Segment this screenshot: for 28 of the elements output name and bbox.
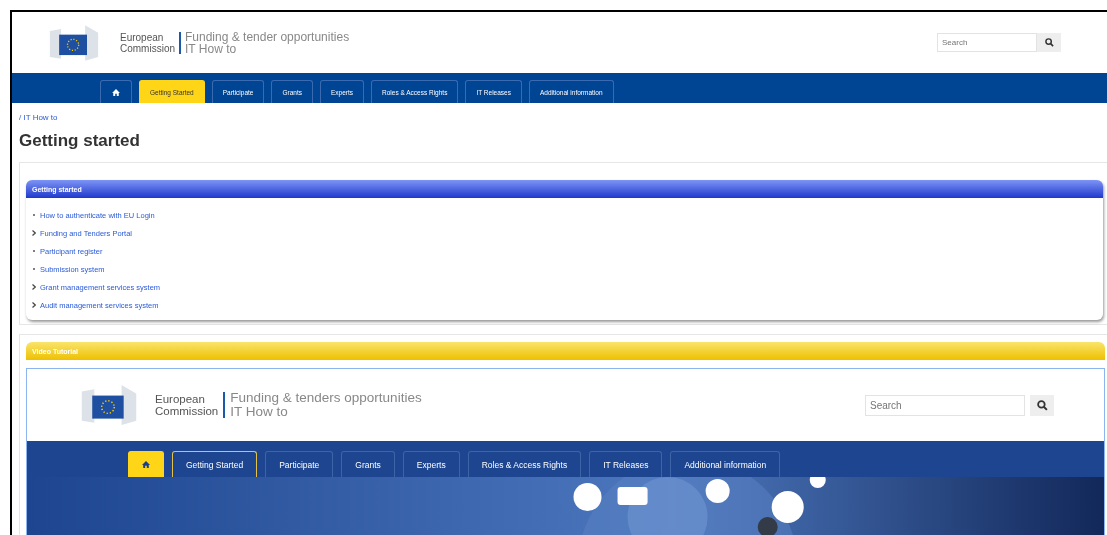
org-name: European (155, 393, 206, 405)
search-button[interactable] (1030, 394, 1054, 416)
nav-tab[interactable]: Experts (402, 451, 460, 477)
search-icon (1036, 399, 1048, 411)
nav-tab[interactable]: Participate (265, 451, 334, 477)
org-name: Commission (155, 405, 219, 417)
chevron-icon (32, 284, 36, 290)
home-icon (142, 460, 150, 469)
chevron-icon (32, 302, 36, 308)
page-title: Getting started (19, 131, 141, 151)
site-title: Funding & tenders opportunities (230, 391, 422, 405)
nav-tab[interactable]: Roles & Access Rights (467, 451, 582, 477)
site-title: Funding & tender opportunities (185, 30, 350, 43)
nav-tab[interactable]: IT Releases (589, 451, 663, 477)
home-tab[interactable] (100, 80, 132, 103)
nav-tab[interactable]: Grants (341, 451, 395, 477)
home-icon (112, 88, 120, 96)
nav-tab[interactable]: Additional information (670, 451, 781, 477)
search-button[interactable] (1037, 33, 1061, 52)
chevron-icon (32, 230, 36, 236)
org-name: European (120, 31, 165, 43)
breadcrumb-link[interactable]: / IT How to (19, 113, 1107, 122)
org-name: Commission (120, 42, 175, 54)
search-field[interactable]: Search (937, 33, 1037, 52)
site-subtitle: IT How to (230, 405, 289, 419)
nav-tab[interactable]: Getting Started (172, 451, 258, 477)
search-icon (1044, 38, 1054, 47)
search-field[interactable]: Search (865, 394, 1025, 416)
